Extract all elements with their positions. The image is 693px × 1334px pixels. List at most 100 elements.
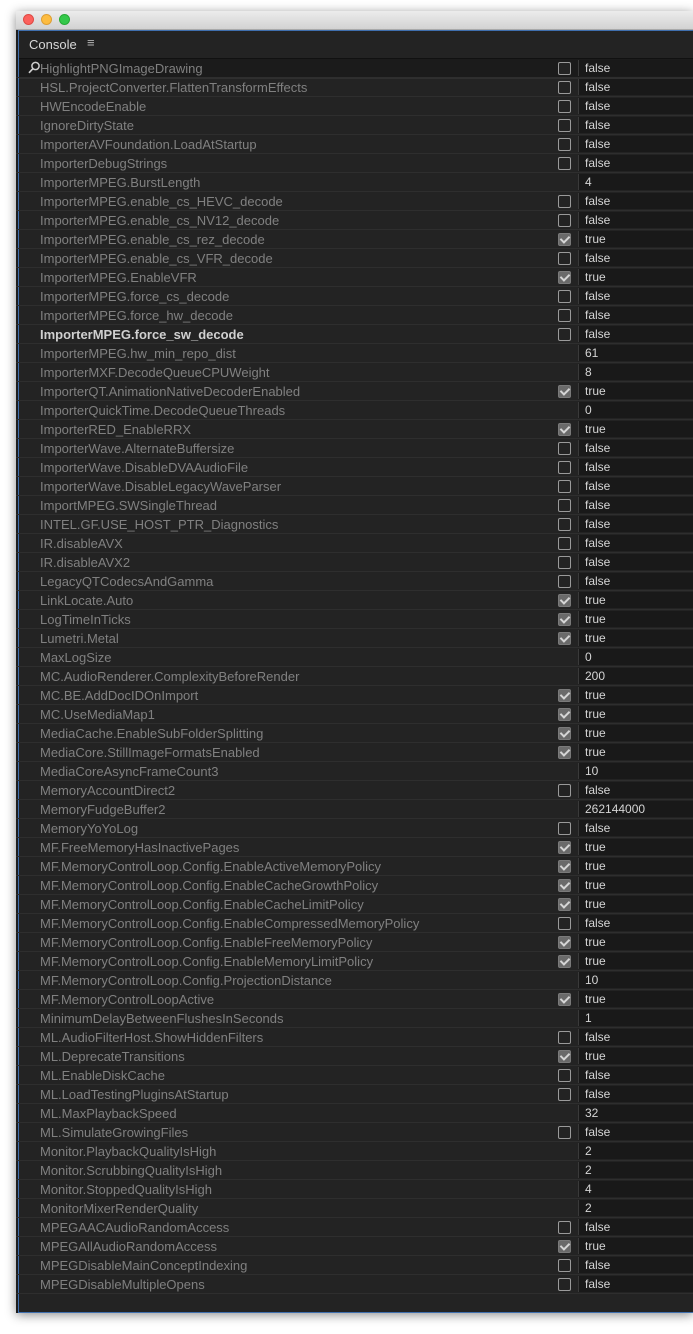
setting-checkbox[interactable] — [558, 917, 571, 930]
setting-row[interactable]: HighlightPNGImageDrawing false — [16, 59, 693, 78]
setting-value-field[interactable]: 10 — [578, 972, 693, 988]
setting-checkbox[interactable] — [558, 575, 571, 588]
setting-value-field[interactable]: false — [578, 1219, 693, 1235]
setting-value-field[interactable]: 32 — [578, 1105, 693, 1121]
setting-value-field[interactable]: true — [578, 953, 693, 969]
setting-row[interactable]: ImporterMPEG.hw_min_repo_dist 61 — [16, 344, 693, 363]
setting-checkbox[interactable] — [558, 518, 571, 531]
setting-checkbox[interactable] — [558, 1050, 571, 1063]
setting-checkbox[interactable] — [558, 879, 571, 892]
setting-row[interactable]: ImporterMPEG.BurstLength 4 — [16, 173, 693, 192]
setting-checkbox[interactable] — [558, 385, 571, 398]
setting-checkbox[interactable] — [558, 1259, 571, 1272]
setting-value-field[interactable]: true — [578, 231, 693, 247]
setting-value-field[interactable]: true — [578, 269, 693, 285]
setting-checkbox[interactable] — [558, 480, 571, 493]
setting-checkbox[interactable] — [558, 841, 571, 854]
setting-value-field[interactable]: true — [578, 934, 693, 950]
setting-row[interactable]: MC.BE.AddDocIDOnImport true — [16, 686, 693, 705]
setting-row[interactable]: ImporterQT.AnimationNativeDecoderEnabled… — [16, 382, 693, 401]
setting-row[interactable]: ImporterQuickTime.DecodeQueueThreads 0 — [16, 401, 693, 420]
setting-row[interactable]: MediaCore.StillImageFormatsEnabled true — [16, 743, 693, 762]
setting-value-field[interactable]: false — [578, 1029, 693, 1045]
setting-row[interactable]: LinkLocate.Auto true — [16, 591, 693, 610]
setting-row[interactable]: MonitorMixerRenderQuality 2 — [16, 1199, 693, 1218]
minimize-window-button[interactable] — [41, 14, 52, 25]
setting-row[interactable]: IR.disableAVX false — [16, 534, 693, 553]
setting-value-field[interactable]: true — [578, 421, 693, 437]
setting-value-field[interactable]: false — [578, 1067, 693, 1083]
setting-row[interactable]: ImporterWave.DisableDVAAudioFile false — [16, 458, 693, 477]
setting-checkbox[interactable] — [558, 271, 571, 284]
setting-value-field[interactable]: 0 — [578, 649, 693, 665]
setting-value-field[interactable]: true — [578, 744, 693, 760]
setting-checkbox[interactable] — [558, 138, 571, 151]
setting-checkbox[interactable] — [558, 233, 571, 246]
setting-row[interactable]: ML.EnableDiskCache false — [16, 1066, 693, 1085]
setting-row[interactable]: ImportMPEG.SWSingleThread false — [16, 496, 693, 515]
setting-value-field[interactable]: true — [578, 991, 693, 1007]
setting-row[interactable]: ImporterDebugStrings false — [16, 154, 693, 173]
setting-checkbox[interactable] — [558, 1088, 571, 1101]
setting-row[interactable]: MF.MemoryControlLoopActive true — [16, 990, 693, 1009]
setting-value-field[interactable]: false — [578, 79, 693, 95]
setting-value-field[interactable]: true — [578, 630, 693, 646]
setting-value-field[interactable]: false — [578, 1257, 693, 1273]
setting-checkbox[interactable] — [558, 157, 571, 170]
setting-value-field[interactable]: 2 — [578, 1200, 693, 1216]
setting-row[interactable]: MediaCache.EnableSubFolderSplitting true — [16, 724, 693, 743]
setting-checkbox[interactable] — [558, 632, 571, 645]
setting-row[interactable]: IgnoreDirtyState false — [16, 116, 693, 135]
setting-row[interactable]: ImporterMPEG.force_cs_decode false — [16, 287, 693, 306]
setting-row[interactable]: ImporterMPEG.force_hw_decode false — [16, 306, 693, 325]
setting-row[interactable]: ImporterMPEG.enable_cs_rez_decode true — [16, 230, 693, 249]
setting-value-field[interactable]: 262144000 — [578, 801, 693, 817]
panel-title[interactable]: Console — [29, 37, 77, 52]
setting-checkbox[interactable] — [558, 784, 571, 797]
setting-row[interactable]: MemoryFudgeBuffer2 262144000 — [16, 800, 693, 819]
setting-value-field[interactable]: true — [578, 725, 693, 741]
setting-value-field[interactable]: false — [578, 915, 693, 931]
setting-checkbox[interactable] — [558, 594, 571, 607]
setting-value-field[interactable]: true — [578, 1048, 693, 1064]
setting-value-field[interactable]: false — [578, 60, 693, 76]
setting-row[interactable]: ImporterAVFoundation.LoadAtStartup false — [16, 135, 693, 154]
setting-value-field[interactable]: true — [578, 592, 693, 608]
setting-checkbox[interactable] — [558, 499, 571, 512]
setting-value-field[interactable]: 2 — [578, 1143, 693, 1159]
setting-row[interactable]: MediaCoreAsyncFrameCount3 10 — [16, 762, 693, 781]
setting-value-field[interactable]: false — [578, 155, 693, 171]
setting-row[interactable]: MemoryYoYoLog false — [16, 819, 693, 838]
setting-value-field[interactable]: true — [578, 1238, 693, 1254]
setting-checkbox[interactable] — [558, 746, 571, 759]
setting-value-field[interactable]: false — [578, 478, 693, 494]
setting-row[interactable]: MF.MemoryControlLoop.Config.EnableCompre… — [16, 914, 693, 933]
setting-value-field[interactable]: true — [578, 896, 693, 912]
setting-row[interactable]: MF.MemoryControlLoop.Config.EnableActive… — [16, 857, 693, 876]
setting-row[interactable]: ImporterWave.AlternateBuffersize false — [16, 439, 693, 458]
setting-checkbox[interactable] — [558, 708, 571, 721]
setting-row[interactable]: ImporterMXF.DecodeQueueCPUWeight 8 — [16, 363, 693, 382]
setting-value-field[interactable]: 2 — [578, 1162, 693, 1178]
setting-row[interactable]: ImporterRED_EnableRRX true — [16, 420, 693, 439]
setting-checkbox[interactable] — [558, 1278, 571, 1291]
setting-row[interactable]: MF.MemoryControlLoop.Config.EnableMemory… — [16, 952, 693, 971]
setting-value-field[interactable]: 8 — [578, 364, 693, 380]
setting-checkbox[interactable] — [558, 1221, 571, 1234]
setting-checkbox[interactable] — [558, 1240, 571, 1253]
setting-checkbox[interactable] — [558, 822, 571, 835]
setting-row[interactable]: MF.MemoryControlLoop.Config.ProjectionDi… — [16, 971, 693, 990]
setting-checkbox[interactable] — [558, 860, 571, 873]
setting-value-field[interactable]: false — [578, 459, 693, 475]
setting-value-field[interactable]: false — [578, 326, 693, 342]
setting-checkbox[interactable] — [558, 442, 571, 455]
setting-row[interactable]: HSL.ProjectConverter.FlattenTransformEff… — [16, 78, 693, 97]
setting-row[interactable]: ML.MaxPlaybackSpeed 32 — [16, 1104, 693, 1123]
setting-row[interactable]: ImporterMPEG.enable_cs_NV12_decode false — [16, 211, 693, 230]
setting-row[interactable]: MF.MemoryControlLoop.Config.EnableFreeMe… — [16, 933, 693, 952]
setting-row[interactable]: ML.AudioFilterHost.ShowHiddenFilters fals… — [16, 1028, 693, 1047]
setting-value-field[interactable]: false — [578, 516, 693, 532]
setting-value-field[interactable]: false — [578, 782, 693, 798]
setting-row[interactable]: ImporterWave.DisableLegacyWaveParser fals… — [16, 477, 693, 496]
setting-checkbox[interactable] — [558, 328, 571, 341]
